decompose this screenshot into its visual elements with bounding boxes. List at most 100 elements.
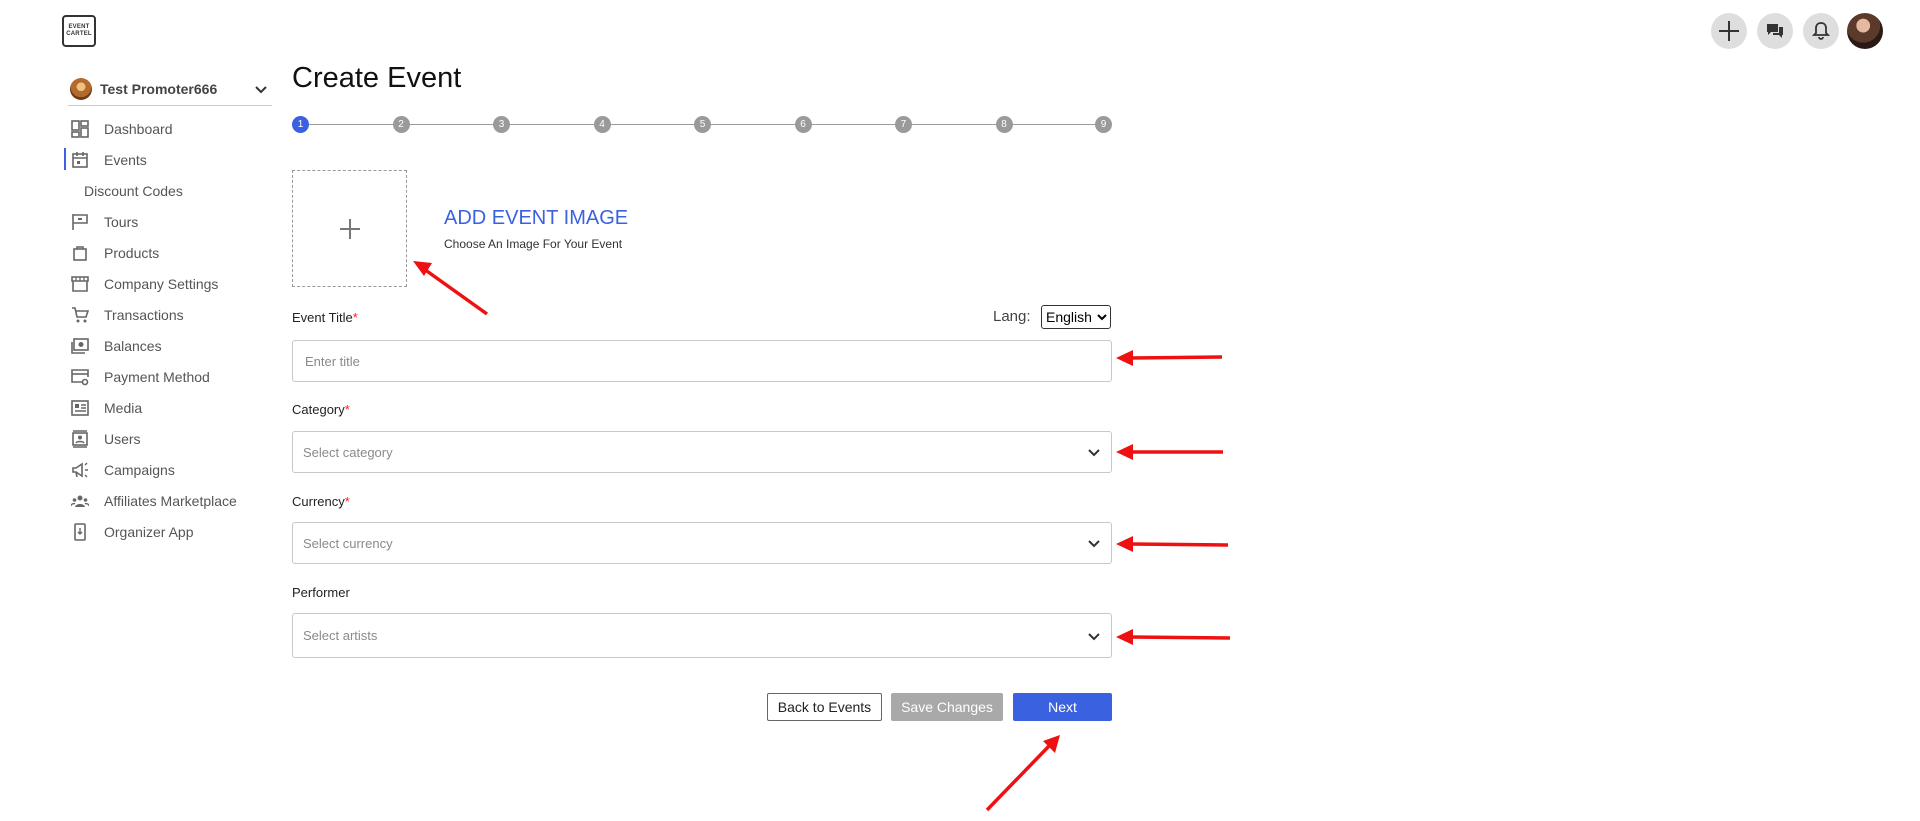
sidebar-item-tours[interactable]: Tours [64,206,274,237]
bag-icon [70,243,90,263]
step-9[interactable]: 9 [1095,116,1112,133]
megaphone-icon [70,460,90,480]
sidebar-nav: Dashboard Events Discount Codes Tours Pr… [64,113,274,547]
language-select[interactable]: English [1041,305,1111,329]
user-badge-icon [70,429,90,449]
plus-icon [339,218,360,239]
step-4[interactable]: 4 [593,116,611,133]
annotation-arrow [1116,629,1231,645]
currency-label: Currency* [292,494,350,509]
sidebar-item-label: Organizer App [104,523,194,540]
lang-label: Lang: [993,308,1031,325]
sidebar-item-affiliates-marketplace[interactable]: Affiliates Marketplace [64,485,274,516]
chevron-down-icon [255,86,267,94]
sidebar-item-events[interactable]: Events [64,144,274,175]
sidebar-item-label: Transactions [104,306,184,323]
logo-text-2: CARTEL [66,31,92,37]
annotation-arrow [1116,444,1223,460]
step-2[interactable]: 2 [392,116,410,133]
label-text: Currency [292,494,345,509]
chevron-down-icon [1088,540,1100,548]
org-name: Test Promoter666 [100,81,218,97]
step-5[interactable]: 5 [694,116,711,133]
sidebar-item-users[interactable]: Users [64,423,274,454]
add-image-title[interactable]: ADD EVENT IMAGE [444,207,628,230]
chevron-down-icon [1088,449,1100,457]
chat-icon [1767,24,1783,38]
event-image-upload[interactable] [292,170,407,287]
event-title-input[interactable] [303,352,1101,370]
sidebar-item-payment-method[interactable]: Payment Method [64,361,274,392]
event-title-label: Event Title* [292,310,358,325]
org-avatar [70,78,92,100]
app-logo[interactable]: EVENT CARTEL [62,15,96,47]
sidebar-item-label: Company Settings [104,275,219,292]
add-image-subtitle: Choose An Image For Your Event [444,237,623,251]
add-button[interactable] [1711,13,1747,49]
annotation-arrow [985,735,1060,812]
sidebar-item-products[interactable]: Products [64,237,274,268]
annotation-arrow [1116,536,1229,552]
sidebar-item-label: Balances [104,337,162,354]
step-progress: 1 2 3 4 5 6 7 8 9 [292,114,1112,136]
sidebar-item-label: Products [104,244,160,261]
logo-text-1: EVENT [68,24,90,30]
media-icon [70,398,90,418]
required-mark: * [352,310,358,325]
sidebar-item-discount-codes[interactable]: Discount Codes [64,175,274,206]
sidebar-item-organizer-app[interactable]: Organizer App [64,516,274,547]
bell-icon [1812,22,1830,40]
sidebar-item-media[interactable]: Media [64,392,274,423]
notifications-button[interactable] [1803,13,1839,49]
sidebar-item-label: Payment Method [104,368,210,385]
sidebar-item-label: Discount Codes [84,182,183,199]
step-8[interactable]: 8 [995,116,1013,133]
sidebar-item-label: Users [104,430,141,447]
step-6[interactable]: 6 [794,116,812,133]
phone-icon [70,522,90,542]
card-gear-icon [70,367,90,387]
event-title-field[interactable] [292,340,1112,382]
annotation-arrow [413,261,489,316]
page-title: Create Event [292,62,462,94]
messages-button[interactable] [1757,13,1793,49]
sidebar-item-campaigns[interactable]: Campaigns [64,454,274,485]
money-icon [70,336,90,356]
plus-icon [1719,21,1739,41]
required-mark: * [344,494,350,509]
back-to-events-button[interactable]: Back to Events [767,693,882,721]
sidebar-item-label: Events [104,151,147,168]
required-mark: * [344,402,350,417]
sidebar-item-label: Affiliates Marketplace [104,492,237,509]
calendar-icon [70,150,90,170]
next-button[interactable]: Next [1013,693,1112,721]
sidebar-item-label: Campaigns [104,461,175,478]
flag-icon [70,212,90,232]
user-avatar[interactable] [1847,13,1883,49]
currency-placeholder: Select currency [303,535,393,551]
category-label: Category* [292,402,350,417]
annotation-arrow [1116,350,1223,366]
category-select[interactable]: Select category [292,431,1112,473]
sidebar-item-label: Media [104,399,143,416]
step-7[interactable]: 7 [895,116,912,133]
cart-icon [70,305,90,325]
label-text: Category [292,402,345,417]
store-icon [70,274,90,294]
sidebar-item-label: Dashboard [104,120,173,137]
step-3[interactable]: 3 [493,116,510,133]
save-changes-button[interactable]: Save Changes [891,693,1003,721]
dashboard-icon [70,119,90,139]
sidebar-item-transactions[interactable]: Transactions [64,299,274,330]
group-icon [70,491,90,511]
performer-select[interactable]: Select artists [292,613,1112,658]
performer-label: Performer [292,585,350,600]
step-1[interactable]: 1 [292,116,309,133]
sidebar-item-balances[interactable]: Balances [64,330,274,361]
performer-placeholder: Select artists [303,628,378,643]
sidebar-item-company-settings[interactable]: Company Settings [64,268,274,299]
category-placeholder: Select category [303,444,393,460]
currency-select[interactable]: Select currency [292,522,1112,564]
sidebar-item-dashboard[interactable]: Dashboard [64,113,274,144]
organization-switcher[interactable]: Test Promoter666 [68,73,272,106]
